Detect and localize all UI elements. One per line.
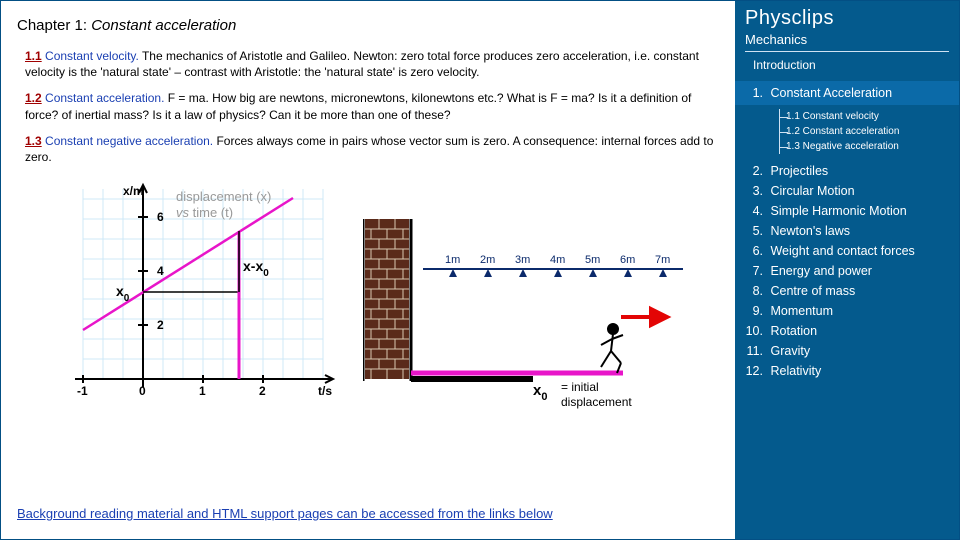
velocity-arrow-icon (621, 309, 667, 325)
section-item: 1.2 Constant acceleration. F = ma. How b… (17, 90, 719, 122)
nav-number: 11. (745, 344, 763, 358)
section-item: 1.1 Constant velocity. The mechanics of … (17, 48, 719, 80)
scene-x0: x0 (533, 382, 547, 403)
nav-item[interactable]: 12. Relativity (745, 361, 949, 381)
divider (745, 51, 949, 52)
nav-number: 2. (745, 164, 763, 178)
nav-list: 1. Constant Acceleration 1.1 Constant vel… (745, 78, 949, 381)
nav-subitem[interactable]: 1.1 Constant velocity (780, 109, 949, 124)
nav-label: Circular Motion (770, 184, 854, 198)
section-title[interactable]: Constant velocity. (42, 49, 139, 63)
ytick-4: 4 (157, 264, 164, 278)
chapter-prefix: Chapter 1: (17, 17, 91, 34)
x-x0-label: x-x0 (243, 258, 269, 279)
nav-label: Projectiles (770, 164, 828, 178)
nav-item[interactable]: 2. Projectiles (745, 161, 949, 181)
ruler-labels: 1m 2m 3m 4m 5m 6m 7m (445, 254, 670, 266)
section-number[interactable]: 1.1 (25, 49, 42, 63)
nav-label: Newton's laws (770, 224, 850, 238)
svg-text:6m: 6m (620, 254, 635, 266)
sidebar: Physclips Mechanics Introduction 1. Cons… (735, 1, 959, 539)
section-item: 1.3 Constant negative acceleration. Forc… (17, 133, 719, 165)
nav-item[interactable]: 8. Centre of mass (745, 281, 949, 301)
nav-item[interactable]: 6. Weight and contact forces (745, 241, 949, 261)
nav-number: 6. (745, 244, 763, 258)
y-axis-label: x/m (123, 184, 144, 198)
svg-text:5m: 5m (585, 254, 600, 266)
nav-number: 1. (745, 86, 763, 100)
svg-text:3m: 3m (515, 254, 530, 266)
nav-label: Simple Harmonic Motion (770, 204, 906, 218)
svg-text:4m: 4m (550, 254, 565, 266)
nav-item[interactable]: 10. Rotation (745, 321, 949, 341)
xtick-0: 0 (139, 384, 146, 398)
nav-label: Constant Acceleration (770, 86, 892, 100)
ytick-6: 6 (157, 210, 164, 224)
nav-sublist: 1.1 Constant velocity1.2 Constant accele… (779, 109, 949, 154)
x-axis-label: t/s (318, 384, 332, 398)
scene-x0-desc2: displacement (561, 395, 632, 409)
xtick-2: 2 (259, 384, 266, 398)
graph-title-l1: displacement (x) (176, 189, 271, 204)
nav-label: Centre of mass (770, 284, 855, 298)
page: Chapter 1: Constant acceleration 1.1 Con… (0, 0, 960, 540)
nav-number: 8. (745, 284, 763, 298)
nav-label: Relativity (770, 364, 821, 378)
svg-text:2m: 2m (480, 254, 495, 266)
chapter-heading: Chapter 1: Constant acceleration (17, 17, 719, 34)
section-title[interactable]: Constant negative acceleration. (42, 134, 213, 148)
support-link[interactable]: Background reading material and HTML sup… (17, 506, 553, 521)
ytick-2: 2 (157, 318, 164, 332)
xtick--1: -1 (77, 384, 88, 398)
nav-label: Weight and contact forces (770, 244, 914, 258)
nav-number: 12. (745, 364, 763, 378)
section-number[interactable]: 1.2 (25, 91, 42, 105)
brick-wall (363, 219, 411, 381)
nav-intro[interactable]: Introduction (753, 58, 949, 72)
nav-number: 10. (745, 324, 763, 338)
figure-row: x/m t/s 6 4 2 -1 0 1 2 x0 x-x0 displacem… (17, 179, 719, 409)
site-logo[interactable]: Physclips (745, 7, 949, 30)
nav-number: 5. (745, 224, 763, 238)
section-number[interactable]: 1.3 (25, 134, 42, 148)
animation-scene: 1m 2m 3m 4m 5m 6m 7m (363, 179, 693, 409)
svg-text:7m: 7m (655, 254, 670, 266)
nav-item[interactable]: 9. Momentum (745, 301, 949, 321)
nav-subitem[interactable]: 1.2 Constant acceleration (780, 124, 949, 139)
site-subtitle: Mechanics (745, 32, 949, 47)
section-title[interactable]: Constant acceleration. (42, 91, 165, 105)
nav-item[interactable]: 7. Energy and power (745, 261, 949, 281)
graph-title-l2: vs time (t) (176, 205, 233, 220)
displacement-graph: x/m t/s 6 4 2 -1 0 1 2 x0 x-x0 displacem… (63, 179, 343, 409)
section-list: 1.1 Constant velocity. The mechanics of … (17, 48, 719, 165)
nav-item[interactable]: 5. Newton's laws (745, 221, 949, 241)
nav-label: Momentum (770, 304, 833, 318)
nav-number: 4. (745, 204, 763, 218)
nav-label: Gravity (770, 344, 810, 358)
nav-item[interactable]: 1. Constant Acceleration 1.1 Constant vel… (745, 78, 949, 161)
nav-number: 9. (745, 304, 763, 318)
nav-item[interactable]: 3. Circular Motion (745, 181, 949, 201)
nav-subitem[interactable]: 1.3 Negative acceleration (780, 139, 949, 154)
svg-text:1m: 1m (445, 254, 460, 266)
nav-number: 7. (745, 264, 763, 278)
nav-item[interactable]: 4. Simple Harmonic Motion (745, 201, 949, 221)
nav-label: Energy and power (770, 264, 871, 278)
ruler-ticks (449, 269, 667, 277)
nav-label: Rotation (770, 324, 817, 338)
nav-item[interactable]: 11. Gravity (745, 341, 949, 361)
main-content: Chapter 1: Constant acceleration 1.1 Con… (1, 1, 735, 539)
scene-x0-desc1: = initial (561, 380, 599, 394)
runner-icon (601, 324, 623, 373)
nav-number: 3. (745, 184, 763, 198)
xtick-1: 1 (199, 384, 206, 398)
chapter-title: Constant acceleration (91, 17, 236, 34)
x0-label: x0 (116, 283, 130, 304)
